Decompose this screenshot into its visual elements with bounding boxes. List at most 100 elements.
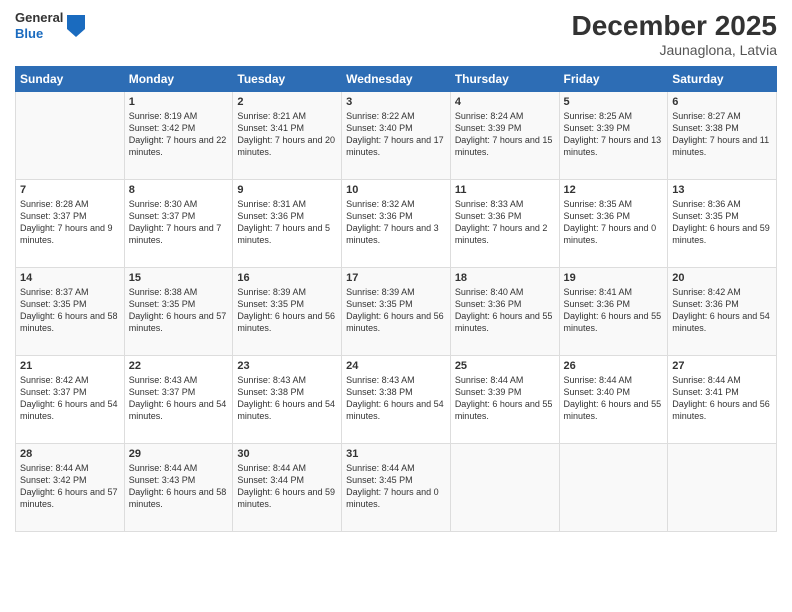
calendar-cell: 8 Sunrise: 8:30 AMSunset: 3:37 PMDaylight… xyxy=(124,180,233,268)
calendar-cell: 30Sunrise: 8:44 AMSunset: 3:44 PMDayligh… xyxy=(233,444,342,532)
day-info: Sunrise: 8:36 AMSunset: 3:35 PMDaylight:… xyxy=(672,198,772,247)
day-info: Sunrise: 8:41 AMSunset: 3:36 PMDaylight:… xyxy=(564,286,664,335)
day-number: 27 xyxy=(672,360,772,372)
calendar-cell: 11Sunrise: 8:33 AMSunset: 3:36 PMDayligh… xyxy=(450,180,559,268)
day-number: 3 xyxy=(346,96,446,108)
calendar-cell: 20 Sunrise: 8:42 AMSunset: 3:36 PMDayligh… xyxy=(668,268,777,356)
day-number: 26 xyxy=(564,360,664,372)
day-number: 29 xyxy=(129,448,229,460)
day-number: 14 xyxy=(20,272,120,284)
day-info: Sunrise: 8:28 AMSunset: 3:37 PMDaylight:… xyxy=(20,198,120,247)
day-info: Sunrise: 8:43 AMSunset: 3:38 PMDaylight:… xyxy=(237,374,337,423)
header-monday: Monday xyxy=(124,67,233,92)
calendar-cell: 28 Sunrise: 8:44 AMSunset: 3:42 PMDayligh… xyxy=(16,444,125,532)
calendar-cell: 12 Sunrise: 8:35 AMSunset: 3:36 PMDayligh… xyxy=(559,180,668,268)
calendar-cell: 5 Sunrise: 8:25 AMSunset: 3:39 PMDaylight… xyxy=(559,92,668,180)
day-info: Sunrise: 8:19 AMSunset: 3:42 PMDaylight:… xyxy=(129,110,229,159)
weekday-row: Sunday Monday Tuesday Wednesday Thursday… xyxy=(16,67,777,92)
calendar-cell: 17 Sunrise: 8:39 AMSunset: 3:35 PMDayligh… xyxy=(342,268,451,356)
calendar-cell: 31Sunrise: 8:44 AMSunset: 3:45 PMDayligh… xyxy=(342,444,451,532)
calendar-cell: 14 Sunrise: 8:37 AMSunset: 3:35 PMDayligh… xyxy=(16,268,125,356)
day-number: 11 xyxy=(455,184,555,196)
day-info: Sunrise: 8:44 AMSunset: 3:42 PMDaylight:… xyxy=(20,462,120,511)
day-info: Sunrise: 8:43 AMSunset: 3:37 PMDaylight:… xyxy=(129,374,229,423)
day-info: Sunrise: 8:42 AMSunset: 3:37 PMDaylight:… xyxy=(20,374,120,423)
location: Jaunaglona, Latvia xyxy=(572,42,777,58)
calendar-cell: 3 Sunrise: 8:22 AMSunset: 3:40 PMDaylight… xyxy=(342,92,451,180)
calendar-week-4: 21Sunrise: 8:42 AMSunset: 3:37 PMDayligh… xyxy=(16,356,777,444)
day-info: Sunrise: 8:38 AMSunset: 3:35 PMDaylight:… xyxy=(129,286,229,335)
day-number: 20 xyxy=(672,272,772,284)
calendar-cell: 19 Sunrise: 8:41 AMSunset: 3:36 PMDayligh… xyxy=(559,268,668,356)
day-info: Sunrise: 8:40 AMSunset: 3:36 PMDaylight:… xyxy=(455,286,555,335)
calendar-cell: 16 Sunrise: 8:39 AMSunset: 3:35 PMDayligh… xyxy=(233,268,342,356)
calendar-week-1: 1 Sunrise: 8:19 AMSunset: 3:42 PMDaylight… xyxy=(16,92,777,180)
day-number: 4 xyxy=(455,96,555,108)
calendar-table: Sunday Monday Tuesday Wednesday Thursday… xyxy=(15,66,777,532)
day-info: Sunrise: 8:39 AMSunset: 3:35 PMDaylight:… xyxy=(346,286,446,335)
calendar-cell: 2 Sunrise: 8:21 AMSunset: 3:41 PMDaylight… xyxy=(233,92,342,180)
day-info: Sunrise: 8:21 AMSunset: 3:41 PMDaylight:… xyxy=(237,110,337,159)
day-info: Sunrise: 8:43 AMSunset: 3:38 PMDaylight:… xyxy=(346,374,446,423)
calendar-cell: 9 Sunrise: 8:31 AMSunset: 3:36 PMDaylight… xyxy=(233,180,342,268)
day-number: 25 xyxy=(455,360,555,372)
day-info: Sunrise: 8:25 AMSunset: 3:39 PMDaylight:… xyxy=(564,110,664,159)
day-number: 24 xyxy=(346,360,446,372)
day-info: Sunrise: 8:27 AMSunset: 3:38 PMDaylight:… xyxy=(672,110,772,159)
calendar-cell: 25 Sunrise: 8:44 AMSunset: 3:39 PMDayligh… xyxy=(450,356,559,444)
day-number: 1 xyxy=(129,96,229,108)
day-number: 13 xyxy=(672,184,772,196)
calendar-cell: 24 Sunrise: 8:43 AMSunset: 3:38 PMDayligh… xyxy=(342,356,451,444)
day-number: 28 xyxy=(20,448,120,460)
day-number: 15 xyxy=(129,272,229,284)
day-info: Sunrise: 8:44 AMSunset: 3:44 PMDaylight:… xyxy=(237,462,337,511)
logo-icon xyxy=(67,15,85,37)
header-thursday: Thursday xyxy=(450,67,559,92)
day-number: 5 xyxy=(564,96,664,108)
day-number: 18 xyxy=(455,272,555,284)
calendar-cell: 6 Sunrise: 8:27 AMSunset: 3:38 PMDaylight… xyxy=(668,92,777,180)
calendar-week-3: 14 Sunrise: 8:37 AMSunset: 3:35 PMDayligh… xyxy=(16,268,777,356)
logo-blue: Blue xyxy=(15,26,63,42)
header-tuesday: Tuesday xyxy=(233,67,342,92)
calendar-cell: 7Sunrise: 8:28 AMSunset: 3:37 PMDaylight… xyxy=(16,180,125,268)
day-number: 19 xyxy=(564,272,664,284)
calendar-week-2: 7Sunrise: 8:28 AMSunset: 3:37 PMDaylight… xyxy=(16,180,777,268)
day-number: 12 xyxy=(564,184,664,196)
day-info: Sunrise: 8:35 AMSunset: 3:36 PMDaylight:… xyxy=(564,198,664,247)
day-info: Sunrise: 8:31 AMSunset: 3:36 PMDaylight:… xyxy=(237,198,337,247)
day-info: Sunrise: 8:37 AMSunset: 3:35 PMDaylight:… xyxy=(20,286,120,335)
calendar-cell xyxy=(559,444,668,532)
day-number: 8 xyxy=(129,184,229,196)
calendar-cell: 15 Sunrise: 8:38 AMSunset: 3:35 PMDayligh… xyxy=(124,268,233,356)
calendar-cell: 26 Sunrise: 8:44 AMSunset: 3:40 PMDayligh… xyxy=(559,356,668,444)
header-friday: Friday xyxy=(559,67,668,92)
day-info: Sunrise: 8:22 AMSunset: 3:40 PMDaylight:… xyxy=(346,110,446,159)
day-info: Sunrise: 8:44 AMSunset: 3:39 PMDaylight:… xyxy=(455,374,555,423)
day-number: 16 xyxy=(237,272,337,284)
calendar-body: 1 Sunrise: 8:19 AMSunset: 3:42 PMDaylight… xyxy=(16,92,777,532)
day-info: Sunrise: 8:30 AMSunset: 3:37 PMDaylight:… xyxy=(129,198,229,247)
day-number: 2 xyxy=(237,96,337,108)
header-saturday: Saturday xyxy=(668,67,777,92)
day-info: Sunrise: 8:44 AMSunset: 3:40 PMDaylight:… xyxy=(564,374,664,423)
calendar-week-5: 28 Sunrise: 8:44 AMSunset: 3:42 PMDayligh… xyxy=(16,444,777,532)
day-info: Sunrise: 8:44 AMSunset: 3:41 PMDaylight:… xyxy=(672,374,772,423)
day-number: 17 xyxy=(346,272,446,284)
header-sunday: Sunday xyxy=(16,67,125,92)
day-number: 6 xyxy=(672,96,772,108)
day-info: Sunrise: 8:24 AMSunset: 3:39 PMDaylight:… xyxy=(455,110,555,159)
calendar-cell: 21Sunrise: 8:42 AMSunset: 3:37 PMDayligh… xyxy=(16,356,125,444)
calendar-cell: 22Sunrise: 8:43 AMSunset: 3:37 PMDayligh… xyxy=(124,356,233,444)
calendar-cell: 18 Sunrise: 8:40 AMSunset: 3:36 PMDayligh… xyxy=(450,268,559,356)
calendar-cell xyxy=(450,444,559,532)
day-number: 23 xyxy=(237,360,337,372)
calendar-header: Sunday Monday Tuesday Wednesday Thursday… xyxy=(16,67,777,92)
day-info: Sunrise: 8:32 AMSunset: 3:36 PMDaylight:… xyxy=(346,198,446,247)
calendar-cell: 4 Sunrise: 8:24 AMSunset: 3:39 PMDaylight… xyxy=(450,92,559,180)
day-info: Sunrise: 8:42 AMSunset: 3:36 PMDaylight:… xyxy=(672,286,772,335)
day-info: Sunrise: 8:39 AMSunset: 3:35 PMDaylight:… xyxy=(237,286,337,335)
day-number: 9 xyxy=(237,184,337,196)
header-wednesday: Wednesday xyxy=(342,67,451,92)
calendar-cell: 27 Sunrise: 8:44 AMSunset: 3:41 PMDayligh… xyxy=(668,356,777,444)
